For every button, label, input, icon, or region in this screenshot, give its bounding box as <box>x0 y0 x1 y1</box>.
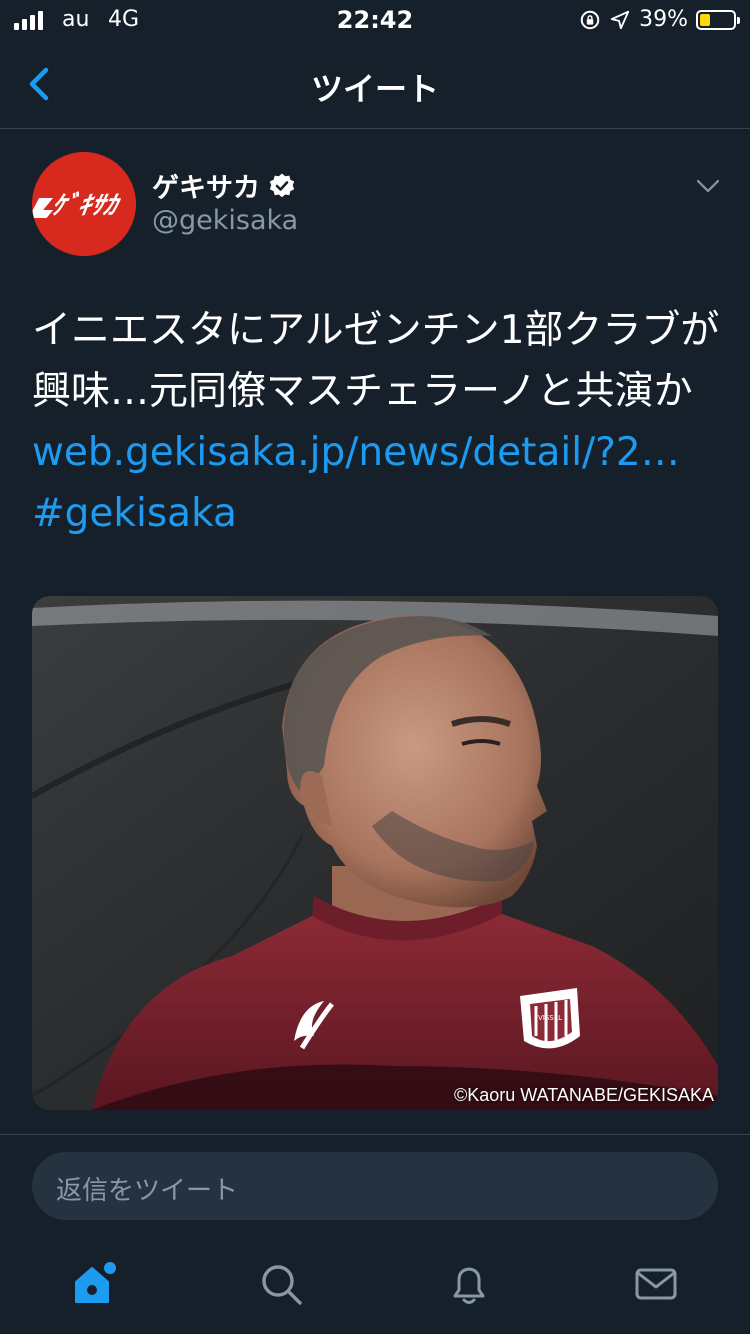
gekisaka-logo: ｹﾞｷｻｶ <box>32 152 136 256</box>
tweet-link[interactable]: web.gekisaka.jp/news/detail/?2… <box>32 430 680 475</box>
avatar[interactable]: ｹﾞｷｻｶ <box>32 152 136 256</box>
tab-bar <box>0 1240 750 1334</box>
messages-icon[interactable] <box>630 1258 682 1310</box>
svg-text:ｹﾞｷｻｶ: ｹﾞｷｻｶ <box>49 190 123 221</box>
photo-credit: ©Kaoru WATANABE/GEKISAKA <box>453 1085 714 1105</box>
chevron-down-icon[interactable] <box>696 178 720 194</box>
verified-badge-icon <box>269 173 295 197</box>
location-icon <box>610 10 630 29</box>
tweet-media-image[interactable]: VISSEL ©Kaoru WATANABE/GEKISAKA <box>32 596 718 1110</box>
home-icon[interactable] <box>68 1258 120 1310</box>
search-icon[interactable] <box>255 1258 307 1310</box>
author-handle[interactable]: @gekisaka <box>152 205 298 236</box>
tweet-hashtag[interactable]: #gekisaka <box>32 491 237 536</box>
tweet-text: イニエスタにアルゼンチン1部クラブが興味…元同僚マスチェラーノと共演か web.… <box>32 300 722 544</box>
reply-input[interactable]: 返信をツイート <box>32 1152 718 1220</box>
author-name[interactable]: ゲキサカ <box>152 166 260 205</box>
notifications-icon[interactable] <box>443 1258 495 1310</box>
rotation-lock-icon <box>580 10 600 29</box>
shirt-crest-text: VISSEL <box>538 1014 562 1022</box>
reply-placeholder: 返信をツイート <box>56 1176 239 1206</box>
status-bar: au 4G 22:42 39% <box>0 0 750 40</box>
battery-icon <box>696 9 740 30</box>
player-photo: VISSEL <box>32 596 718 1110</box>
divider <box>0 1134 750 1135</box>
battery-percentage: 39% <box>639 7 688 32</box>
page-title: ツイート <box>310 70 439 108</box>
navigation-header: ツイート <box>0 40 750 129</box>
tweet-body: イニエスタにアルゼンチン1部クラブが興味…元同僚マスチェラーノと共演か <box>32 308 720 414</box>
